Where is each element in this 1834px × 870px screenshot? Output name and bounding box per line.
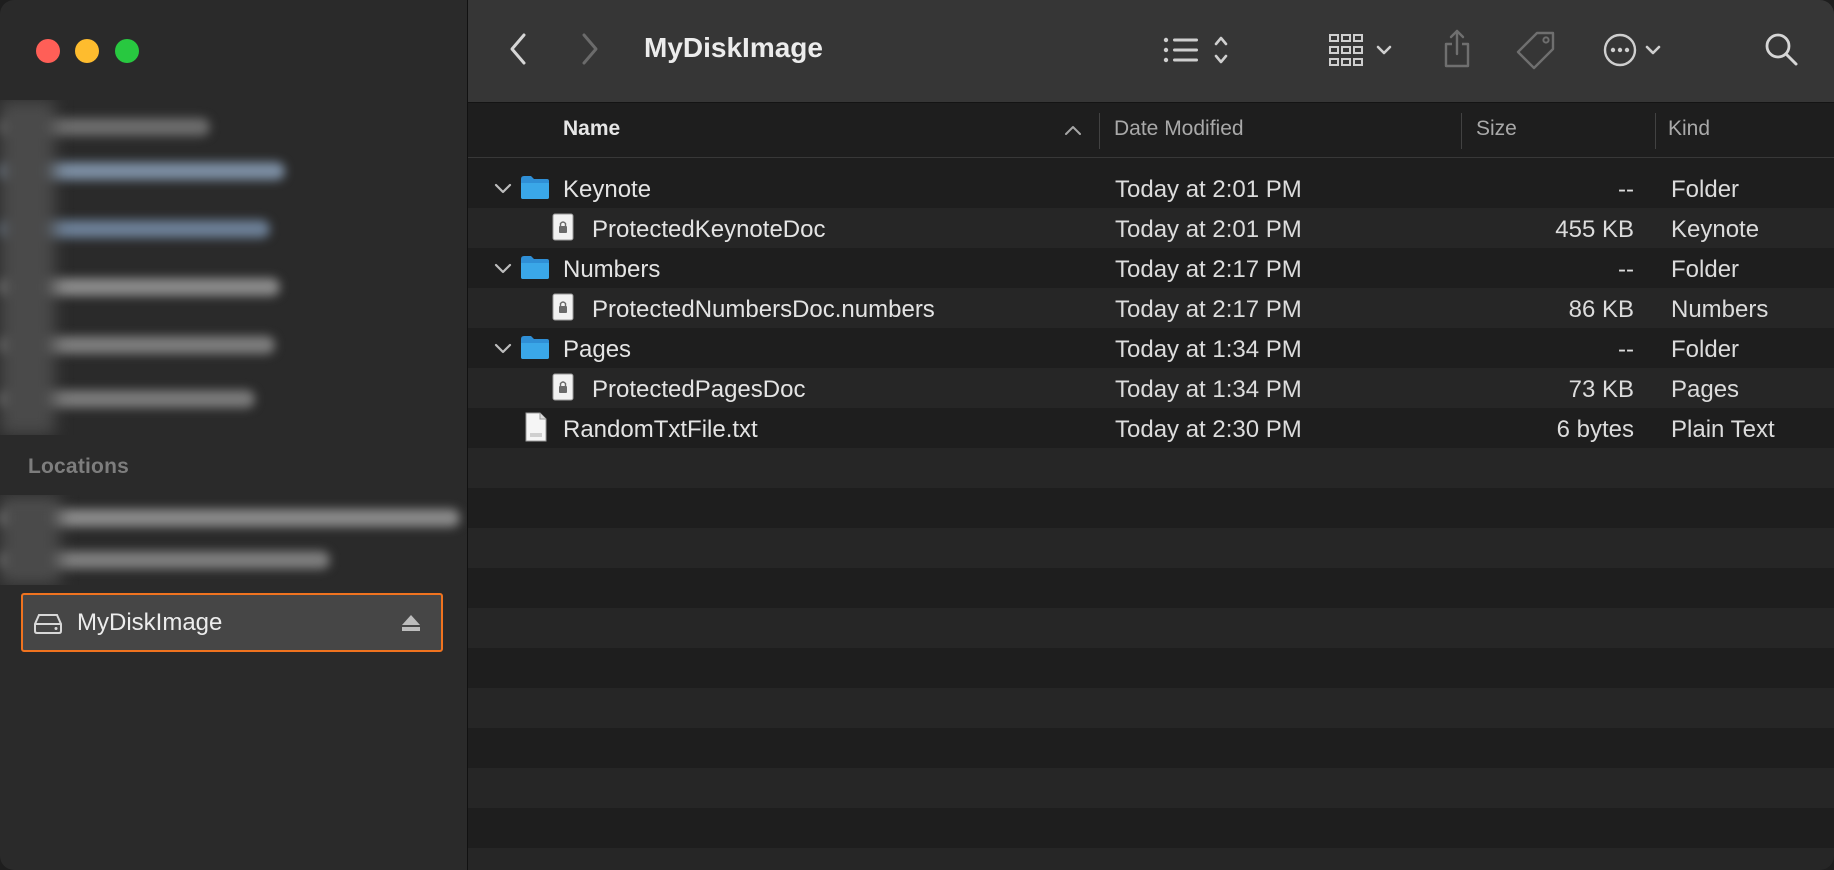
file-kind: Keynote xyxy=(1671,216,1760,243)
file-name: Keynote xyxy=(563,176,652,203)
blurred-locations xyxy=(0,495,467,585)
grid-group-icon[interactable] xyxy=(1328,33,1402,72)
column-separator[interactable] xyxy=(1655,113,1656,149)
column-separator[interactable] xyxy=(1461,113,1462,149)
table-row[interactable]: RandomTxtFile.txt Today at 2:30 PM 6 byt… xyxy=(468,408,1834,448)
list-stripe xyxy=(468,608,1834,648)
minimize-window-button[interactable] xyxy=(75,39,99,63)
table-row[interactable]: ProtectedNumbersDoc.numbers Today at 2:1… xyxy=(468,288,1834,328)
folder-icon xyxy=(520,175,550,205)
list-stripe xyxy=(468,528,1834,568)
table-row[interactable]: Keynote Today at 2:01 PM -- Folder xyxy=(468,168,1834,208)
table-row[interactable]: ProtectedPagesDoc Today at 1:34 PM 73 KB… xyxy=(468,368,1834,408)
file-size: 455 KB xyxy=(1555,216,1634,243)
file-kind: Numbers xyxy=(1671,296,1769,323)
file-kind: Pages xyxy=(1671,376,1740,403)
locked-document-icon xyxy=(552,213,574,246)
column-header-kind[interactable]: Kind xyxy=(1668,117,1710,141)
table-row[interactable]: Numbers Today at 2:17 PM -- Folder xyxy=(468,248,1834,288)
zoom-window-button[interactable] xyxy=(115,39,139,63)
file-list: Keynote Today at 2:01 PM -- Folder Prote… xyxy=(468,158,1834,870)
section-label-locations: Locations xyxy=(28,455,129,478)
file-name: RandomTxtFile.txt xyxy=(563,416,758,443)
search-icon[interactable] xyxy=(1764,32,1800,73)
toolbar: MyDiskImage xyxy=(468,0,1834,103)
file-size: 86 KB xyxy=(1568,296,1634,323)
file-size: 73 KB xyxy=(1568,376,1634,403)
sort-ascending-icon[interactable] xyxy=(1064,123,1082,141)
close-window-button[interactable] xyxy=(36,39,60,63)
list-view-icon[interactable] xyxy=(1162,34,1236,71)
file-date-modified: Today at 2:17 PM xyxy=(1115,256,1302,283)
finder-window: Locations MyDiskImage MyDiskImage Name D… xyxy=(0,0,1834,870)
list-stripe xyxy=(468,848,1834,870)
sidebar-item-mydiskimage[interactable]: MyDiskImage xyxy=(21,593,443,652)
eject-icon[interactable] xyxy=(401,614,421,637)
file-name: ProtectedNumbersDoc.numbers xyxy=(592,296,935,323)
file-date-modified: Today at 1:34 PM xyxy=(1115,376,1302,403)
file-name: ProtectedPagesDoc xyxy=(592,376,806,403)
file-size: -- xyxy=(1618,176,1634,203)
column-separator[interactable] xyxy=(1099,113,1100,149)
column-header-bar: Name Date Modified Size Kind xyxy=(468,103,1834,158)
text-file-icon xyxy=(524,412,548,447)
ellipsis-circle-icon[interactable] xyxy=(1602,31,1672,74)
column-header-date-modified[interactable]: Date Modified xyxy=(1114,117,1244,141)
file-kind: Folder xyxy=(1671,336,1740,363)
list-stripe xyxy=(468,688,1834,728)
list-stripe xyxy=(468,768,1834,808)
file-size: -- xyxy=(1618,256,1634,283)
file-date-modified: Today at 2:30 PM xyxy=(1115,416,1302,443)
column-header-name[interactable]: Name xyxy=(563,117,620,141)
file-kind: Plain Text xyxy=(1671,416,1775,443)
file-date-modified: Today at 2:01 PM xyxy=(1115,216,1302,243)
table-row[interactable]: ProtectedKeynoteDoc Today at 2:01 PM 455… xyxy=(468,208,1834,248)
table-row[interactable]: Pages Today at 1:34 PM -- Folder xyxy=(468,328,1834,368)
locked-document-icon xyxy=(552,293,574,326)
disclosure-chevron-down-icon[interactable] xyxy=(494,182,512,200)
share-icon[interactable] xyxy=(1442,28,1472,75)
disclosure-chevron-down-icon[interactable] xyxy=(494,342,512,360)
tag-icon[interactable] xyxy=(1515,30,1557,75)
file-date-modified: Today at 1:34 PM xyxy=(1115,336,1302,363)
external-disk-icon xyxy=(33,613,63,640)
file-kind: Folder xyxy=(1671,176,1740,203)
file-size: 6 bytes xyxy=(1556,416,1634,443)
locked-document-icon xyxy=(552,373,574,406)
forward-icon[interactable] xyxy=(578,32,600,71)
file-date-modified: Today at 2:17 PM xyxy=(1115,296,1302,323)
sidebar-item-label: MyDiskImage xyxy=(77,609,223,636)
folder-icon xyxy=(520,255,550,285)
file-kind: Folder xyxy=(1671,256,1740,283)
sidebar: Locations MyDiskImage xyxy=(0,0,468,870)
file-name: Pages xyxy=(563,336,632,363)
folder-icon xyxy=(520,335,550,365)
back-icon[interactable] xyxy=(508,32,530,71)
file-name: Numbers xyxy=(563,256,661,283)
blurred-favorites xyxy=(0,100,467,435)
window-title: MyDiskImage xyxy=(644,32,823,63)
file-date-modified: Today at 2:01 PM xyxy=(1115,176,1302,203)
file-name: ProtectedKeynoteDoc xyxy=(592,216,826,243)
list-stripe xyxy=(468,448,1834,488)
disclosure-chevron-down-icon[interactable] xyxy=(494,262,512,280)
file-size: -- xyxy=(1618,336,1634,363)
column-header-size[interactable]: Size xyxy=(1476,117,1517,141)
